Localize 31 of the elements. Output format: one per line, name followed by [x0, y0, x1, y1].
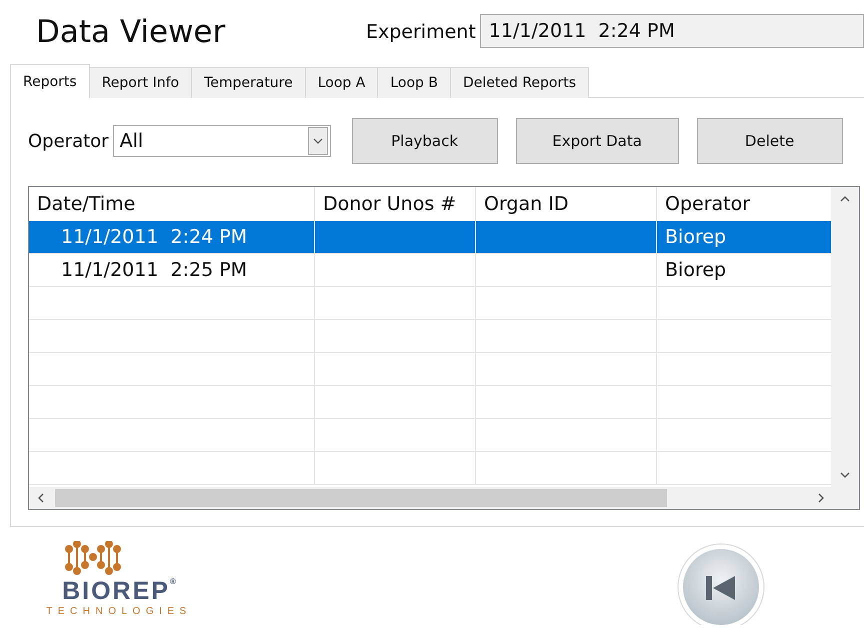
tab[interactable]: Temperature [191, 67, 306, 98]
vertical-scrollbar[interactable] [831, 187, 859, 487]
logo-tagline: TECHNOLOGIES [46, 606, 192, 617]
tab[interactable]: Report Info [88, 67, 192, 98]
registered-mark: ® [170, 577, 176, 586]
operator-dropdown[interactable]: All [112, 125, 331, 157]
table-cell: 11/1/2011 2:24 PM [61, 226, 248, 248]
app-title: Data Viewer [36, 14, 226, 50]
scrollbar-thumb[interactable] [55, 489, 667, 507]
scroll-right-icon[interactable] [817, 493, 825, 503]
table-row[interactable]: 11/1/2011 2:24 PM Biorep [29, 221, 831, 254]
table-row[interactable]: 11/1/2011 2:25 PM Biorep [29, 254, 831, 287]
experiment-field: 11/1/2011 2:24 PM [480, 14, 864, 48]
skip-back-button[interactable] [677, 543, 765, 625]
scroll-down-icon[interactable] [840, 471, 850, 479]
tab[interactable]: Loop B [377, 67, 451, 98]
experiment-label: Experiment [366, 21, 476, 43]
operator-label: Operator [28, 130, 109, 152]
table-cell: Biorep [665, 259, 726, 281]
horizontal-scrollbar[interactable] [29, 487, 859, 509]
action-button[interactable]: Delete [696, 118, 843, 164]
scroll-up-icon[interactable] [840, 195, 850, 203]
scroll-left-icon[interactable] [37, 493, 45, 503]
tab[interactable]: Loop A [304, 67, 378, 98]
table-cell: 11/1/2011 2:25 PM [61, 259, 248, 281]
action-button[interactable]: Export Data [516, 118, 679, 164]
action-button[interactable]: Playback [352, 118, 498, 164]
table-cell: Biorep [665, 226, 726, 248]
tab[interactable]: Reports [10, 64, 90, 98]
tab[interactable]: Deleted Reports [450, 67, 590, 98]
logo-wordmark: BIOREP [62, 577, 170, 606]
